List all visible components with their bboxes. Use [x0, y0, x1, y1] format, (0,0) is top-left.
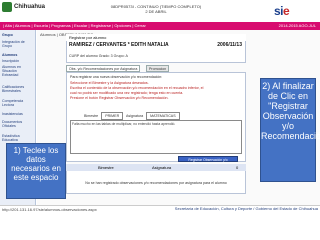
sidebar-item-grupo[interactable]: Grupo: [2, 33, 34, 38]
bimestre-select[interactable]: PRIMER: [101, 112, 124, 120]
school-line: 2 DE ABRIL: [145, 9, 167, 14]
chihuahua-logo: Chihuahua: [2, 2, 50, 20]
student-name-row: RAMIREZ / CERVANTES * EDITH NATALIA 2006…: [66, 41, 246, 49]
col-bimestre: Bimestre: [98, 165, 114, 170]
tab-observaciones[interactable]: Obs. y/o Recomendaciones por Asignatura: [66, 65, 141, 72]
instructions-intro: Para registrar una nueva observación y/o…: [70, 75, 163, 79]
footer-credits: Secretaría de Educación, Cultura y Depor…: [174, 206, 318, 211]
sidebar-item-extraedad[interactable]: Alumnos en Situación Extraedad: [2, 65, 34, 83]
student-birthdate: 2006/11/13: [217, 42, 242, 48]
tab-strip: Obs. y/o Recomendaciones por Asignatura …: [66, 65, 246, 72]
sidebar-item-calificaciones[interactable]: Calificaciones Bimestrales: [2, 85, 34, 97]
menu-items[interactable]: | Alta | Alumnos | Escuela | Programas |…: [3, 23, 146, 28]
sidebar-item-inscripcion[interactable]: Inscripción: [2, 59, 34, 64]
school-info: 08DPR0573I - CONTINUO (TIEMPO COMPLETO) …: [96, 4, 216, 18]
empty-message: No se han registrado observaciones y/o r…: [85, 181, 227, 185]
asignatura-label: Asignatura: [125, 114, 144, 118]
observation-textarea[interactable]: Falta mucho en las tablas de multiplicar…: [70, 120, 242, 154]
main-menu-bar[interactable]: | Alta | Alumnos | Escuela | Programas |…: [0, 22, 320, 30]
bimestre-label: Bimestre: [84, 114, 99, 118]
instruction-step: cual no podrá ser modificado una vez reg…: [70, 91, 184, 95]
student-curp-row: CURP del alumno Grado: 3 Grupo: A: [69, 54, 128, 58]
sidebar-item-competencia[interactable]: Competencia Lectora: [2, 99, 34, 111]
state-emblem-icon: [2, 2, 12, 12]
student-card-header: Registrar por alumno: [66, 34, 246, 41]
filter-row: Bimestre PRIMER Asignatura MATEMATICAS: [84, 112, 224, 120]
asignatura-select[interactable]: MATEMATICAS: [146, 112, 180, 120]
col-count: 0: [236, 165, 239, 170]
col-asignatura: Asignatura: [152, 165, 172, 170]
callout-enter-data: 1) Teclee los datos necesarios en este e…: [6, 143, 66, 199]
tab-promocion[interactable]: Promocion: [146, 65, 170, 72]
sidebar-item-inasistencias[interactable]: Inasistencias: [2, 112, 34, 117]
callout-register: 2) Al finalizar de Clic en "Registrar Ob…: [260, 78, 320, 182]
sidebar-item-documentos[interactable]: Documentos Oficiales: [2, 120, 34, 132]
sidebar-item-integracion[interactable]: Integración de Grupo: [2, 40, 34, 52]
instruction-step: Presione el botón Registrar Observación …: [70, 96, 169, 100]
school-cycle: 2014-2015 AGO-JUL: [278, 23, 316, 28]
sidebar-item-alumnos[interactable]: Alumnos: [2, 53, 34, 58]
instruction-step: Seleccione el Bimestre y la Asignatura d…: [70, 81, 149, 85]
student-name: RAMIREZ / CERVANTES * EDITH NATALIA: [69, 42, 169, 48]
register-observation-button[interactable]: Registrar Observación y/o Recomendación: [178, 156, 238, 168]
sie-logo: sie: [274, 4, 290, 18]
instruction-step: Escriba el contenido de la observación y…: [70, 86, 204, 90]
